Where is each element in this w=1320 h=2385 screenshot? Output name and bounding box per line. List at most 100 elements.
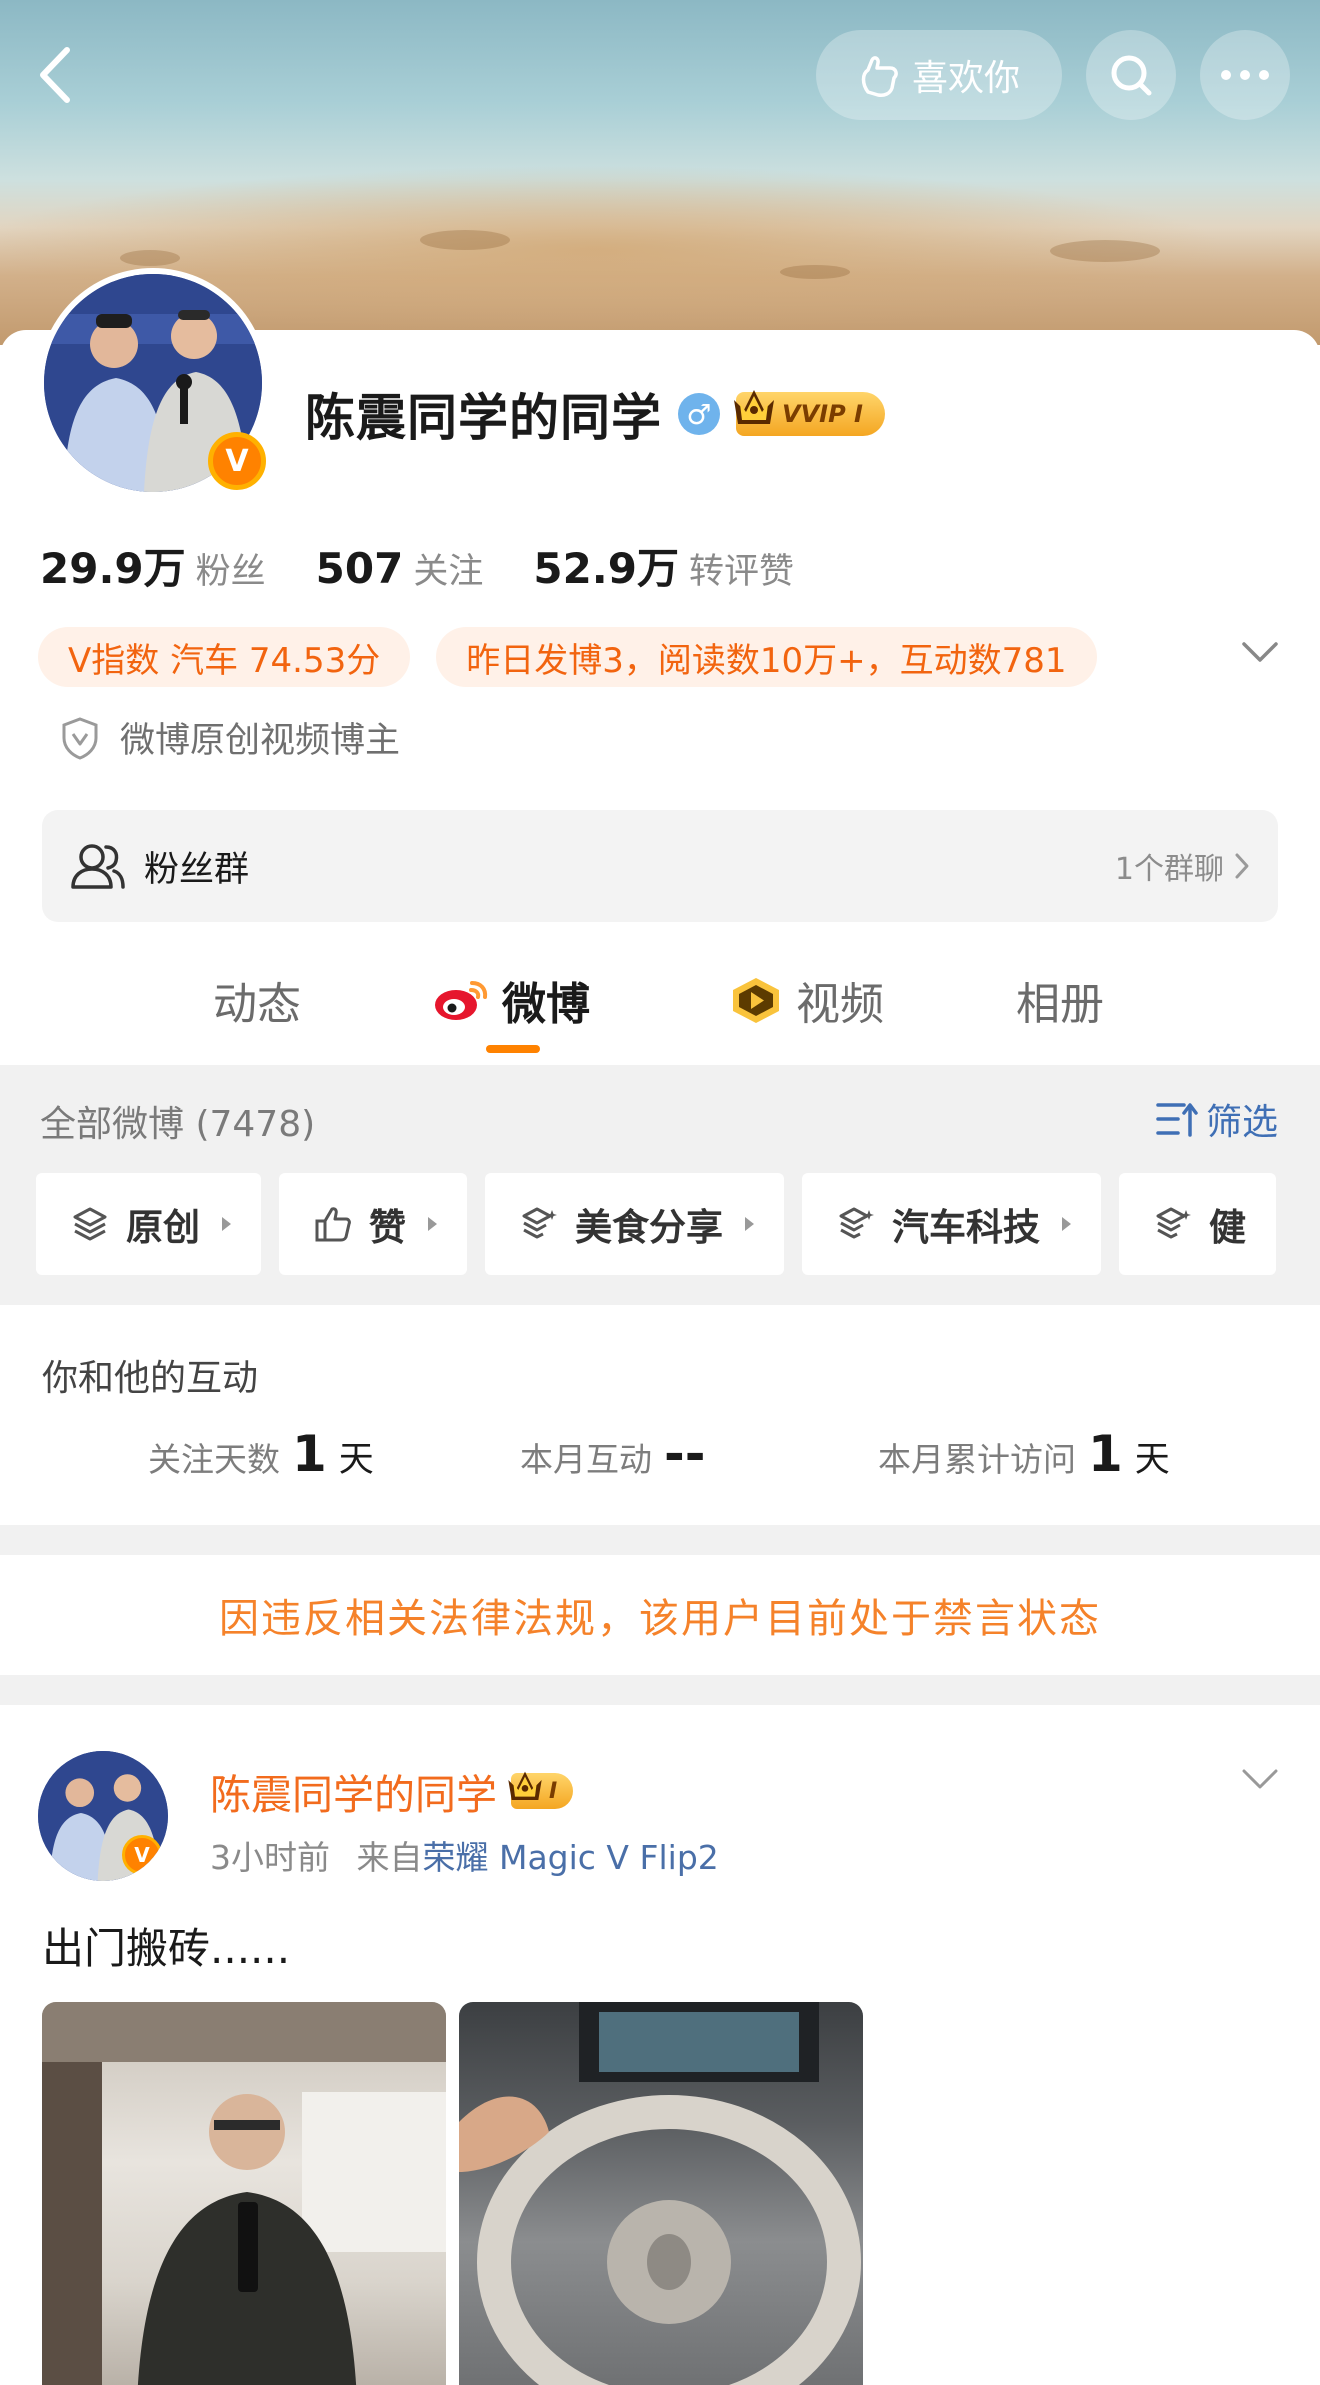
more-dots-icon [1221,70,1269,80]
post-menu-button[interactable] [1240,1767,1280,1795]
chip-auto-tech[interactable]: 汽车科技 [802,1173,1101,1275]
interaction-value: -- [664,1425,706,1483]
banner-texture [780,265,850,279]
chip-label: 美食分享 [575,1206,723,1249]
verified-badge: V [208,432,266,490]
profile-stats: 29.9万 粉丝 507 关注 52.9万 转评赞 [40,535,794,596]
profile-name-row: 陈震同学的同学 ♂ VVIP I [305,378,885,450]
more-button[interactable] [1200,30,1290,120]
layers-star-icon [839,1207,874,1239]
tab-dynamics[interactable]: 动态 [213,960,301,1040]
yesterday-stats-tag[interactable]: 昨日发博3，阅读数10万+，互动数781 [436,627,1097,687]
interaction-title: 你和他的互动 [42,1358,259,1399]
chip-original[interactable]: 原创 [36,1173,261,1275]
ban-notice: 因违反相关法律法规，该用户目前处于禁言状态 [0,1555,1320,1675]
layers-star-icon [1156,1207,1191,1239]
certification-row: 微博原创视频博主 [60,712,400,763]
layers-icon [73,1207,107,1241]
stat-label: 粉丝 [195,552,266,592]
interaction-unit: 天 [1134,1440,1170,1480]
chip-likes[interactable]: 赞 [279,1173,467,1275]
profile-tabs: 动态 微博 视频 相册 [0,960,1320,1060]
chip-label: 赞 [369,1206,406,1249]
chip-label: 原创 [126,1206,200,1249]
filter-button[interactable]: 筛选 [1156,1093,1278,1145]
stat-value: 29.9万 [40,544,186,593]
search-icon [1111,55,1152,96]
stat-reposts-comments-likes[interactable]: 52.9万 转评赞 [533,535,794,596]
interaction-label: 本月累计访问 [878,1440,1076,1479]
filter-label: 筛选 [1205,1102,1278,1143]
gender-male-icon: ♂ [678,393,720,435]
like-you-button[interactable]: 喜欢你 [816,30,1062,120]
thumbs-up-icon [315,1207,351,1242]
fan-group-count-link[interactable]: 1个群聊 [1115,844,1250,888]
shield-icon [62,716,98,760]
tab-label: 动态 [213,979,301,1030]
certification-text: 微博原创视频博主 [120,721,401,761]
interaction-section: 你和他的互动 关注天数 1 天 本月互动 -- 本月累计访问 1 天 [0,1305,1320,1525]
tab-weibo[interactable]: 微博 [432,960,590,1040]
feed-filter-area: 全部微博 (7478) 筛选 原创 赞 美食分享 汽车科技 健 [0,1065,1320,1305]
section-divider [0,1525,1320,1555]
chip-arrow-icon [222,1217,231,1231]
post-image-2[interactable] [459,2002,863,2385]
chevron-right-icon [1235,853,1249,879]
weibo-post: V 陈震同学的同学 I 3小时前 来自荣耀 Magic V Flip2 出门搬砖… [0,1705,1320,2385]
crown-icon [508,1771,542,1800]
expand-profile-button[interactable] [1240,640,1280,668]
interaction-label: 本月互动 [520,1440,652,1479]
post-author-avatar[interactable]: V [38,1751,168,1881]
crown-icon [734,390,774,424]
hand-heart-icon [861,56,898,97]
vvip-badge[interactable]: VVIP I [734,390,885,436]
interaction-follow-days: 关注天数 1 天 [148,1425,374,1483]
feed-category-chips: 原创 赞 美食分享 汽车科技 健 [36,1173,1276,1275]
back-arrow-icon [40,47,70,103]
interaction-month-interactions: 本月互动 -- [520,1425,706,1483]
group-users-icon [71,844,125,889]
chip-food-sharing[interactable]: 美食分享 [485,1173,784,1275]
stat-followers[interactable]: 29.9万 粉丝 [40,535,266,596]
video-icon [733,978,779,1023]
tab-label: 视频 [796,979,884,1030]
fan-group-count: 1个群聊 [1114,852,1224,887]
post-photo-selfie [42,2002,446,2385]
banner-texture [1050,240,1160,262]
filter-icon [1156,1103,1198,1137]
v-index-tag[interactable]: V指数 汽车 74.53分 [38,627,411,687]
weibo-logo-icon [435,981,488,1020]
post-author-name[interactable]: 陈震同学的同学 [210,1761,497,1821]
post-source[interactable]: 荣耀 Magic V Flip2 [423,1838,719,1877]
stat-label: 关注 [413,552,484,592]
verified-badge: V [122,1835,162,1875]
back-button[interactable] [30,40,80,110]
chevron-down-icon [1242,1769,1278,1789]
active-tab-indicator [486,1045,540,1053]
post-image-1[interactable] [42,2002,446,2385]
post-source-prefix: 来自 [356,1838,423,1877]
interaction-month-visits: 本月累计访问 1 天 [878,1425,1170,1483]
vip-badge[interactable]: I [508,1771,574,1809]
post-text: 出门搬砖...... [42,1924,291,1973]
interaction-unit: 天 [338,1440,374,1480]
fan-group-entry[interactable]: 粉丝群 1个群聊 [42,810,1278,922]
chip-health[interactable]: 健 [1119,1173,1276,1275]
profile-tags: V指数 汽车 74.53分 昨日发博3，阅读数10万+，互动数781 [38,627,1097,687]
layers-star-icon [522,1207,557,1239]
chip-arrow-icon [428,1217,437,1231]
post-meta: 3小时前 来自荣耀 Magic V Flip2 [210,1831,719,1879]
profile-avatar[interactable]: V [38,268,268,498]
interaction-value: 1 [1088,1425,1123,1483]
stat-value: 507 [315,544,404,593]
vip-label: I [549,1778,558,1804]
interaction-value: 1 [292,1425,327,1483]
post-author-row: 陈震同学的同学 I [210,1761,574,1821]
search-button[interactable] [1086,30,1176,120]
stat-following[interactable]: 507 关注 [316,543,484,594]
banner-texture [120,250,180,266]
section-divider [0,1675,1320,1705]
tab-video[interactable]: 视频 [728,960,884,1040]
tab-album[interactable]: 相册 [1016,960,1104,1040]
banner-texture [420,230,510,250]
